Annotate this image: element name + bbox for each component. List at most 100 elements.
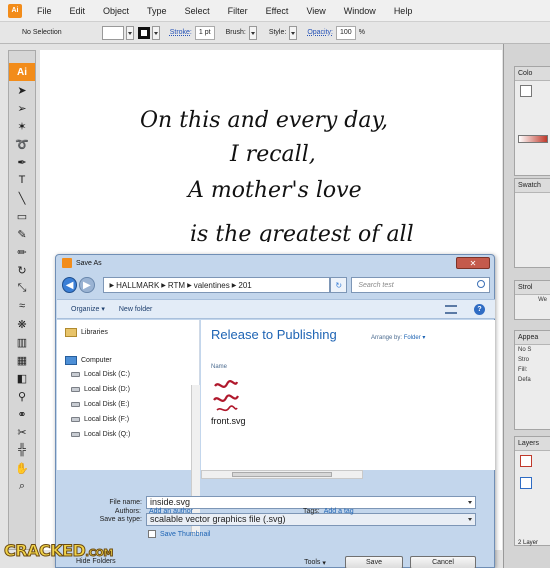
stroke-dropdown[interactable] (151, 25, 160, 40)
warp-tool-icon[interactable]: ≈ (9, 297, 35, 315)
appearance-default[interactable]: Defa (515, 375, 550, 385)
style-dropdown[interactable] (289, 25, 298, 40)
mesh-tool-icon[interactable]: ▦ (9, 351, 35, 369)
column-header-name[interactable]: Name (211, 364, 227, 370)
authors-field[interactable]: Add an author (149, 508, 193, 515)
gradient-tool-icon[interactable]: ◧ (9, 369, 35, 387)
line-tool-icon[interactable]: ╲ (9, 189, 35, 207)
artboard-tool-icon[interactable]: ╬ (9, 441, 35, 459)
forward-arrow-icon[interactable]: ▶ (79, 277, 95, 293)
rotate-tool-icon[interactable]: ↻ (9, 261, 35, 279)
breadcrumb[interactable]: ▶ HALLMARK ▶ RTM ▶ valentines ▶ 201 (102, 277, 331, 293)
appearance-fill[interactable]: Fill: (515, 365, 550, 375)
fill-swatch[interactable] (101, 25, 124, 40)
new-folder-button[interactable]: New folder (119, 306, 152, 313)
slice-tool-icon[interactable]: ✂ (9, 423, 35, 441)
pencil-tool-icon[interactable]: ✏ (9, 243, 35, 261)
artwork-line-1[interactable]: On this and every day, (140, 108, 388, 133)
refresh-icon[interactable]: ↻ (330, 277, 348, 293)
save-button[interactable]: Save (345, 556, 403, 568)
lasso-tool-icon[interactable]: ➰ (9, 135, 35, 153)
fill-dropdown[interactable] (125, 25, 134, 40)
breadcrumb-item[interactable]: HALLMARK (116, 281, 159, 290)
nav-computer[interactable]: Computer (65, 356, 112, 365)
type-tool-icon[interactable]: T (9, 171, 35, 189)
file-item-name[interactable]: front.svg (211, 416, 246, 426)
breadcrumb-item[interactable]: RTM (168, 281, 185, 290)
artwork-line-2[interactable]: I recall, (230, 142, 316, 167)
nav-libraries[interactable]: Libraries (65, 328, 108, 337)
tags-field[interactable]: Add a tag (324, 508, 354, 515)
menu-filter[interactable]: Filter (219, 6, 257, 16)
back-arrow-icon[interactable]: ◀ (62, 277, 78, 293)
blend-tool-icon[interactable]: ⚭ (9, 405, 35, 423)
menu-type[interactable]: Type (138, 6, 176, 16)
tools-menu-button[interactable]: Tools ▾ (290, 556, 340, 568)
hand-tool-icon[interactable]: ✋ (9, 459, 35, 477)
arrange-by-value[interactable]: Folder ▾ (404, 335, 426, 341)
cancel-button[interactable]: Cancel (410, 556, 476, 568)
breadcrumb-item[interactable]: valentines (194, 281, 230, 290)
menu-file[interactable]: File (28, 6, 61, 16)
rectangle-tool-icon[interactable]: ▭ (9, 207, 35, 225)
paintbrush-tool-icon[interactable]: ✎ (9, 225, 35, 243)
file-thumbnail[interactable] (211, 378, 241, 416)
close-icon[interactable]: ✕ (456, 257, 490, 269)
layer-row[interactable] (515, 451, 550, 473)
metadata-row: Authors: Add an author Tags: Add a tag (55, 504, 495, 518)
menu-edit[interactable]: Edit (61, 6, 95, 16)
opacity-field[interactable]: 100 (336, 25, 356, 40)
layer-row[interactable] (515, 473, 550, 495)
nav-drive-c[interactable]: Local Disk (C:) (71, 371, 130, 378)
color-spectrum-bar[interactable] (515, 133, 550, 147)
brush-dropdown[interactable] (248, 25, 257, 40)
breadcrumb-item[interactable]: 201 (238, 281, 251, 290)
stroke-panel: Strol We (514, 280, 550, 320)
swatches-panel-title[interactable]: Swatch (515, 179, 550, 193)
appearance-panel-title[interactable]: Appea (515, 331, 550, 345)
stroke-swatch[interactable] (137, 26, 150, 39)
eyedropper-tool-icon[interactable]: ⚲ (9, 387, 35, 405)
stroke-weight-field[interactable]: 1 pt (194, 25, 215, 40)
artwork-line-4[interactable]: is the greatest of all (190, 222, 414, 242)
app-logo-icon: Ai (8, 3, 22, 18)
direct-selection-tool-icon[interactable]: ➢ (9, 99, 35, 117)
horizontal-scrollbar[interactable] (201, 470, 363, 479)
layers-panel-title[interactable]: Layers (515, 437, 550, 451)
save-thumbnail-checkbox[interactable] (148, 530, 156, 538)
artwork-line-3[interactable]: A mother's love (188, 178, 362, 203)
scrollbar-thumb[interactable] (232, 472, 332, 477)
save-thumbnail-option[interactable]: Save Thumbnail (148, 530, 210, 538)
search-input[interactable]: Search test (351, 277, 491, 293)
color-fill-icon[interactable] (515, 81, 550, 103)
nav-drive-f[interactable]: Local Disk (F:) (71, 416, 129, 423)
view-options-icon[interactable] (445, 305, 457, 314)
menu-view[interactable]: View (297, 6, 334, 16)
magic-wand-tool-icon[interactable]: ✶ (9, 117, 35, 135)
symbol-sprayer-tool-icon[interactable]: ❋ (9, 315, 35, 333)
breadcrumb-separator-icon: ▶ (109, 282, 115, 289)
search-icon[interactable] (477, 280, 486, 288)
graph-tool-icon[interactable]: ▥ (9, 333, 35, 351)
organize-button[interactable]: Organize ▾ (71, 305, 105, 313)
stroke-link[interactable]: Stroke: (170, 29, 192, 36)
stroke-panel-title[interactable]: Strol (515, 281, 550, 295)
menu-help[interactable]: Help (385, 6, 422, 16)
scale-tool-icon[interactable]: ⤡ (9, 279, 35, 297)
zoom-tool-icon[interactable]: ⌕ (9, 477, 35, 495)
nav-drive-e[interactable]: Local Disk (E:) (71, 401, 130, 408)
color-panel-title[interactable]: Colo (515, 67, 550, 81)
menu-select[interactable]: Select (176, 6, 219, 16)
arrange-by[interactable]: Arrange by: Folder ▾ (371, 334, 425, 341)
nav-drive-q[interactable]: Local Disk (Q:) (71, 431, 130, 438)
help-icon[interactable]: ? (474, 304, 485, 315)
nav-drive-d[interactable]: Local Disk (D:) (71, 386, 130, 393)
appearance-stroke[interactable]: Stro (515, 355, 550, 365)
menu-effect[interactable]: Effect (257, 6, 298, 16)
pen-tool-icon[interactable]: ✒ (9, 153, 35, 171)
opacity-link[interactable]: Opacity: (307, 29, 333, 36)
menu-window[interactable]: Window (335, 6, 385, 16)
selection-tool-icon[interactable]: ➤ (9, 81, 35, 99)
menu-object[interactable]: Object (94, 6, 138, 16)
dialog-titlebar[interactable]: Save As ✕ (56, 255, 494, 271)
